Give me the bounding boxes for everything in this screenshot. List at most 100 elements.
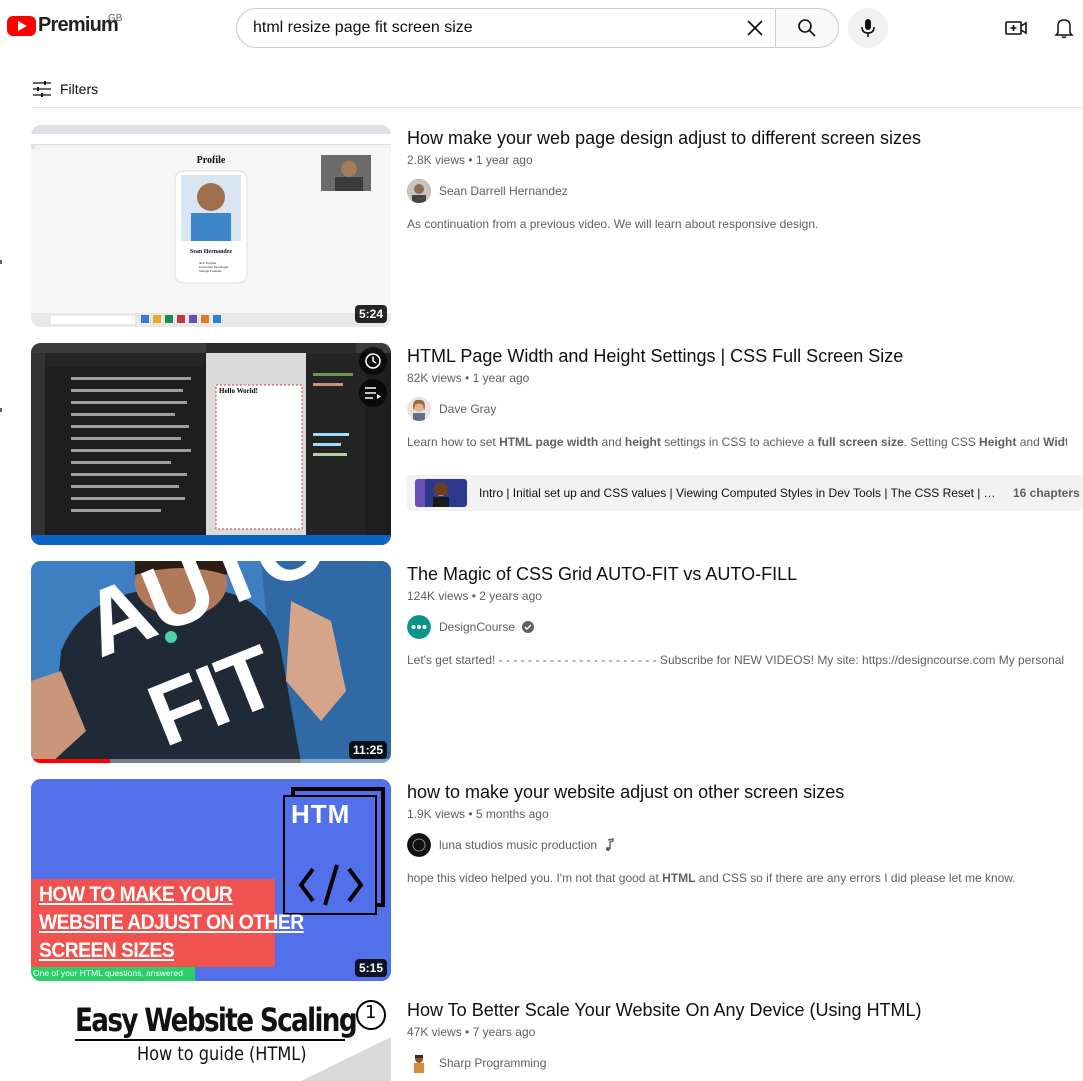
video-meta: 2.8K views • 1 year ago xyxy=(407,153,533,167)
video-meta: 1.9K views • 5 months ago xyxy=(407,807,549,821)
filter-sliders-icon xyxy=(33,81,51,97)
video-thumbnail[interactable]: Easy Website Scaling 1 How to guide (HTM… xyxy=(31,997,391,1081)
video-meta: 124K views • 2 years ago xyxy=(407,589,542,603)
clear-search-button[interactable] xyxy=(740,13,770,43)
channel-name: Sean Darrell Hernandez xyxy=(439,184,568,198)
description-text: settings in CSS to achieve a xyxy=(660,435,818,449)
chapter-titles: Intro | Initial set up and CSS values | … xyxy=(479,486,999,500)
video-info: HTML Page Width and Height Settings | CS… xyxy=(407,343,1083,511)
thumbnail-list-item: Startup Founder xyxy=(199,269,222,273)
description-text: and CSS so if there are any errors I did… xyxy=(695,871,1016,885)
channel-link[interactable]: DesignCourse xyxy=(407,615,1083,639)
view-count: 82K views xyxy=(407,371,462,385)
sidebar-edge-mark xyxy=(0,260,2,264)
search-button[interactable] xyxy=(775,8,839,48)
channel-name: Dave Gray xyxy=(439,402,497,416)
description-text: hope this video helped you. I'm not that… xyxy=(407,871,663,885)
music-note-icon xyxy=(606,838,614,851)
masthead: Premium GB xyxy=(0,0,1083,56)
thumbnail-hello-text: Hello World! xyxy=(219,387,258,395)
video-title[interactable]: HTML Page Width and Height Settings | CS… xyxy=(407,343,1083,369)
upload-age: 2 years ago xyxy=(479,589,542,603)
add-to-queue-button[interactable] xyxy=(359,379,387,407)
channel-avatar xyxy=(407,179,431,203)
chapters-bar[interactable]: Intro | Initial set up and CSS values | … xyxy=(407,475,1083,511)
video-result: Profile Sean Hernandez Ace Teacher Javas… xyxy=(31,125,1083,327)
upload-age: 1 year ago xyxy=(472,371,530,385)
channel-link[interactable]: Sean Darrell Hernandez xyxy=(407,179,1083,203)
youtube-play-icon xyxy=(7,15,36,36)
channel-link[interactable]: Sharp Programming xyxy=(407,1051,1083,1075)
view-count: 2.8K views xyxy=(407,153,466,167)
video-duration: 5:24 xyxy=(354,305,387,323)
description-highlight: height xyxy=(624,435,661,449)
clock-icon xyxy=(365,353,381,369)
sidebar-edge-mark xyxy=(0,408,2,412)
video-duration: 5:15 xyxy=(354,959,387,977)
filters-button[interactable]: Filters xyxy=(32,74,98,104)
upload-age: 5 months ago xyxy=(475,807,549,821)
thumbnail-number: 1 xyxy=(365,1002,377,1023)
description-highlight: Height xyxy=(979,435,1017,449)
video-description: hope this video helped you. I'm not that… xyxy=(407,871,1067,885)
video-thumbnail[interactable]: Profile Sean Hernandez Ace Teacher Javas… xyxy=(31,125,391,327)
thumbnail-profile-list: Ace Teacher Javascript Developer Startup… xyxy=(199,261,228,273)
video-add-icon xyxy=(1005,21,1027,35)
video-duration: 11:25 xyxy=(348,741,387,759)
video-thumbnail[interactable]: AUTO FIT 11:25 xyxy=(31,561,391,763)
close-icon xyxy=(747,20,763,36)
video-description: As continuation from a previous video. W… xyxy=(407,217,819,231)
description-text: Learn how to set xyxy=(407,435,500,449)
view-count: 1.9K views xyxy=(407,807,466,821)
chapter-thumbnail xyxy=(415,479,467,507)
video-meta: 82K views • 1 year ago xyxy=(407,371,530,385)
queue-icon xyxy=(365,387,381,399)
notifications-button[interactable] xyxy=(1044,8,1083,48)
verified-badge-icon xyxy=(522,621,535,633)
thumbnail-htm-badge: HTM xyxy=(291,799,351,829)
microphone-icon xyxy=(861,19,875,37)
video-info: how to make your website adjust on other… xyxy=(407,779,1083,885)
description-highlight: Width xyxy=(1043,435,1067,449)
upload-age: 1 year ago xyxy=(475,153,533,167)
channel-avatar xyxy=(407,615,431,639)
description-highlight: HTML xyxy=(662,871,696,885)
thumbnail-headline: Easy Website Scaling xyxy=(75,1001,358,1039)
country-code: GB xyxy=(108,13,123,24)
bell-icon xyxy=(1054,19,1074,39)
video-title[interactable]: The Magic of CSS Grid AUTO-FIT vs AUTO-F… xyxy=(407,561,1083,587)
thumbnail-text: AUTO FIT xyxy=(31,561,391,763)
channel-avatar xyxy=(407,833,431,857)
thumbnail-headline-line: WEBSITE ADJUST ON OTHER xyxy=(39,911,304,934)
video-description: Let's get started! - - - - - - - - - - -… xyxy=(407,653,1067,667)
channel-name: luna studios music production xyxy=(439,838,598,852)
description-text: and xyxy=(1016,435,1044,449)
video-info: The Magic of CSS Grid AUTO-FIT vs AUTO-F… xyxy=(407,561,1083,667)
create-button[interactable] xyxy=(996,8,1036,48)
description-text: . Setting CSS xyxy=(903,435,980,449)
channel-name: DesignCourse xyxy=(439,620,516,634)
video-thumbnail[interactable]: Hello World! xyxy=(31,343,391,545)
video-title[interactable]: how to make your website adjust on other… xyxy=(407,779,1083,805)
youtube-logo[interactable]: Premium xyxy=(7,14,119,37)
video-description: Learn how to set HTML page width and hei… xyxy=(407,435,1067,449)
thumbnail-profile-name: Sean Hernandez xyxy=(189,249,233,255)
search-input[interactable] xyxy=(253,19,733,37)
description-highlight: HTML page width xyxy=(499,435,599,449)
description-highlight: full screen size xyxy=(817,435,904,449)
upload-age: 7 years ago xyxy=(472,1025,536,1039)
thumbnail-heading: Profile xyxy=(196,155,226,166)
thumbnail-footer: One of your HTML questions, answered xyxy=(33,968,183,978)
channel-link[interactable]: luna studios music production xyxy=(407,833,1083,857)
video-result: Hello World! HTML Page Width and Height … xyxy=(31,343,1083,545)
description-text: and xyxy=(598,435,625,449)
channel-link[interactable]: Dave Gray xyxy=(407,397,1083,421)
video-title[interactable]: How To Better Scale Your Website On Any … xyxy=(407,997,1083,1023)
search-icon xyxy=(798,19,816,37)
video-title[interactable]: How make your web page design adjust to … xyxy=(407,125,1083,151)
video-result: Easy Website Scaling 1 How to guide (HTM… xyxy=(31,997,1083,1081)
voice-search-button[interactable] xyxy=(848,8,888,48)
video-thumbnail[interactable]: HTM HOW TO MAKE YOUR WEBSITE ADJUST ON O… xyxy=(31,779,391,981)
video-meta: 47K views • 7 years ago xyxy=(407,1025,536,1039)
watch-later-button[interactable] xyxy=(359,347,387,375)
